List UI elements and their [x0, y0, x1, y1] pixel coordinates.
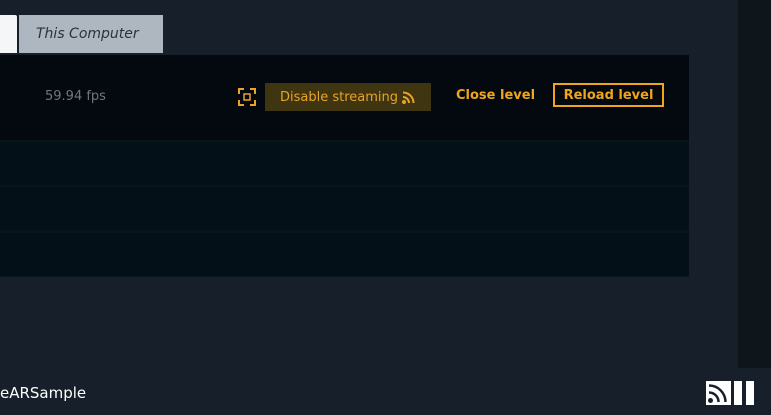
tab-this-computer-label: This Computer — [36, 26, 139, 42]
pause-bar-right — [746, 381, 754, 405]
level-row — [0, 187, 689, 230]
reload-level-label: Reload level — [563, 87, 654, 103]
level-row — [0, 142, 689, 185]
right-sidebar-strip — [738, 0, 771, 368]
fullscreen-icon[interactable] — [238, 88, 256, 106]
level-panel: 59.94 fps Disable streaming Close level … — [0, 55, 689, 277]
reload-level-button[interactable]: Reload level — [553, 83, 664, 107]
disable-streaming-label: Disable streaming — [280, 89, 399, 105]
tab-this-computer[interactable]: This Computer — [19, 15, 163, 53]
level-header-row: 59.94 fps Disable streaming Close level … — [0, 55, 689, 140]
level-row — [0, 233, 689, 276]
disable-streaming-button[interactable]: Disable streaming — [265, 83, 431, 111]
rss-icon — [402, 91, 415, 104]
project-name: eARSample — [0, 384, 87, 402]
status-icons — [706, 381, 754, 405]
tab-active[interactable] — [0, 15, 17, 53]
close-level-button[interactable]: Close level — [456, 88, 535, 103]
stream-status-icon[interactable] — [706, 381, 731, 405]
pause-bar-left — [734, 381, 742, 405]
pause-icon[interactable] — [734, 381, 754, 405]
fps-readout: 59.94 fps — [45, 89, 106, 104]
